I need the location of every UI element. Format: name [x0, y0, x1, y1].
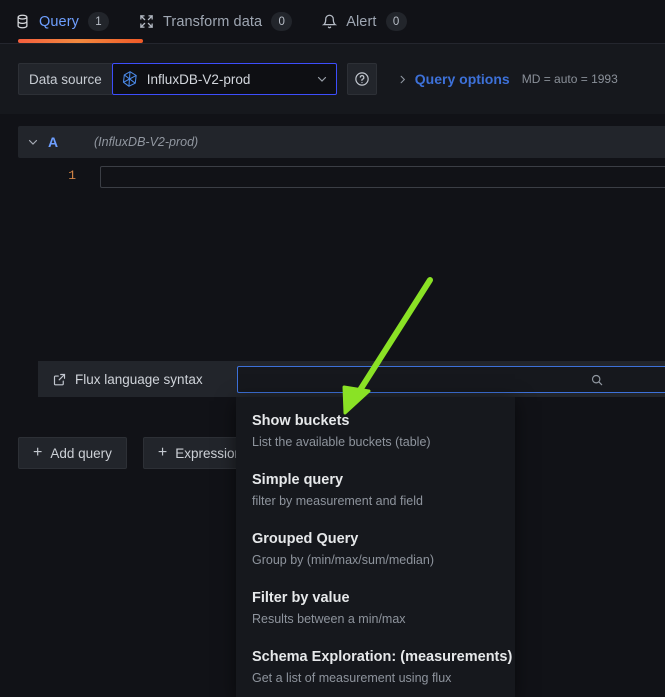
tab-alert-count: 0	[385, 12, 407, 31]
query-row-collapse-toggle[interactable]	[18, 136, 48, 148]
editor-gutter: 1	[38, 158, 86, 358]
plus-icon: +	[157, 444, 168, 461]
tab-query-label: Query	[39, 13, 79, 30]
tab-alert[interactable]: Alert 0	[307, 0, 421, 43]
add-query-label: Add query	[50, 445, 112, 461]
flux-language-syntax-label: Flux language syntax	[75, 371, 203, 387]
tab-bar: Query 1 Transform data 0 Alert 0	[0, 0, 665, 44]
menu-item-simple-query[interactable]: Simple query filter by measurement and f…	[236, 470, 515, 511]
influxdb-logo-icon	[122, 71, 137, 87]
search-icon	[591, 374, 603, 385]
tab-transform-data[interactable]: Transform data 0	[124, 0, 307, 43]
tab-query-count: 1	[88, 12, 109, 31]
question-circle-icon	[355, 72, 369, 86]
menu-item-schema-exploration[interactable]: Schema Exploration: (measurements) Get a…	[236, 647, 515, 688]
editor-line-number: 1	[68, 168, 76, 183]
query-row-header: A (InfluxDB-V2-prod)	[18, 126, 665, 158]
chevron-right-icon	[400, 75, 405, 83]
menu-item-title: Show buckets	[252, 413, 350, 429]
menu-item-description: List the available buckets (table)	[252, 435, 431, 449]
menu-item-description: filter by measurement and field	[252, 494, 423, 508]
snippet-search-input[interactable]	[237, 366, 665, 393]
tab-query[interactable]: Query 1	[0, 0, 143, 43]
query-actions: + Add query + Expression	[18, 437, 258, 469]
datasource-picker[interactable]: InfluxDB-V2-prod	[111, 63, 337, 95]
query-row-refid[interactable]: A	[48, 134, 94, 150]
chevron-down-icon	[28, 139, 38, 145]
datasource-row: Data source InfluxDB-V2-prod Query optio…	[0, 44, 665, 114]
flux-language-syntax-link[interactable]: Flux language syntax	[46, 366, 209, 392]
add-query-button[interactable]: + Add query	[18, 437, 127, 469]
menu-item-show-buckets[interactable]: Show buckets List the available buckets …	[236, 411, 515, 452]
query-editor-panel: Query 1 Transform data 0 Alert 0 Data so…	[0, 0, 665, 697]
menu-item-description: Get a list of measurement using flux	[252, 671, 452, 685]
query-row-datasource-note: (InfluxDB-V2-prod)	[94, 135, 199, 149]
menu-item-title: Simple query	[252, 472, 344, 488]
snippet-suggestions-menu: Show buckets List the available buckets …	[236, 397, 515, 697]
external-link-icon	[53, 373, 66, 385]
add-expression-label: Expression	[175, 445, 243, 461]
plus-icon: +	[33, 444, 43, 461]
menu-item-title: Schema Exploration: (measurements)	[252, 649, 513, 665]
bell-icon	[322, 14, 338, 29]
menu-item-title: Filter by value	[252, 590, 350, 606]
flux-code-editor[interactable]: 1	[38, 158, 665, 358]
tab-alert-label: Alert	[346, 13, 377, 30]
chevron-down-icon	[317, 76, 326, 82]
menu-item-title: Grouped Query	[252, 531, 359, 547]
transform-icon	[140, 15, 153, 28]
query-options-toggle[interactable]: Query options	[397, 71, 510, 87]
menu-item-grouped-query[interactable]: Grouped Query Group by (min/max/sum/medi…	[236, 529, 515, 570]
menu-item-description: Results between a min/max	[252, 612, 406, 626]
datasource-help-button[interactable]	[346, 63, 377, 95]
datasource-label: Data source	[18, 63, 112, 95]
query-toolbar: Flux language syntax	[38, 361, 665, 397]
query-options-label: Query options	[414, 71, 510, 87]
menu-item-description: Group by (min/max/sum/median)	[252, 553, 435, 567]
tab-transform-data-label: Transform data	[163, 13, 263, 30]
menu-item-filter-by-value[interactable]: Filter by value Results between a min/ma…	[236, 588, 515, 629]
database-icon	[17, 14, 28, 29]
editor-text-line[interactable]	[100, 166, 665, 188]
datasource-selected-value: InfluxDB-V2-prod	[146, 71, 251, 87]
tab-transform-data-count: 0	[271, 12, 293, 31]
query-options-summary: MD = auto = 1993	[521, 72, 618, 86]
